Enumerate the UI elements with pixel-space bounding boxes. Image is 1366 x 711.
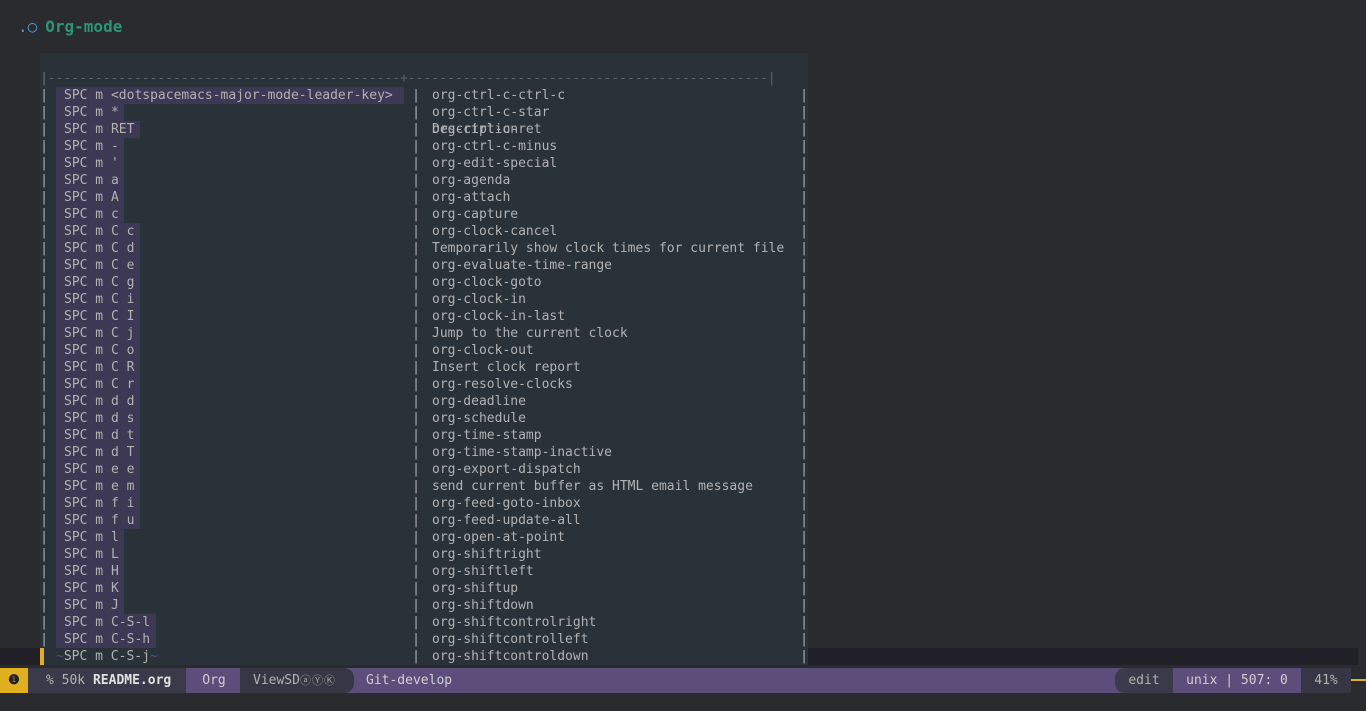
keybinding-cell: SPC m C o <box>56 342 140 359</box>
modeline: ❶ % 50k README.org Org ViewSDⓐⓎⓀ Git-dev… <box>0 668 1366 693</box>
description-cell: Insert clock report <box>432 360 581 375</box>
description-cell: org-edit-special <box>432 156 558 171</box>
window-number-badge[interactable]: ❶ <box>0 668 28 693</box>
description-cell: org-evaluate-time-range <box>432 258 613 273</box>
keybinding-cell: SPC m C R <box>56 359 140 376</box>
keybinding-cell: SPC m f i <box>56 495 140 512</box>
keybinding-cell: SPC m C d <box>56 240 140 257</box>
description-cell: org-resolve-clocks <box>432 377 573 392</box>
description-cell: org-ctrl-c-ret <box>432 122 542 137</box>
description-cell: Temporarily show clock times for current… <box>432 241 785 256</box>
modeline-tail-icon <box>1351 668 1366 693</box>
keybinding-cell: SPC m d d <box>56 393 140 410</box>
keybinding-cell: SPC m a <box>56 172 124 189</box>
buffer-percent: 41% <box>1301 668 1351 693</box>
description-cell: org-feed-goto-inbox <box>432 496 581 511</box>
keybinding-cell: SPC m J <box>56 597 124 614</box>
table-separator: |---------------------------------------… <box>40 71 776 86</box>
description-cell: org-clock-cancel <box>432 224 558 239</box>
keybinding-cell: SPC m H <box>56 563 124 580</box>
description-cell: org-shiftdown <box>432 598 534 613</box>
keybinding-cell-current: ~SPC m C-S-j~ <box>56 649 158 664</box>
tilde-marker: ~ <box>56 649 64 664</box>
keybinding-cell: SPC m C j <box>56 325 140 342</box>
minor-modes-label: ViewSD <box>253 673 300 688</box>
description-cell: org-export-dispatch <box>432 462 581 477</box>
keybinding-cell: SPC m d T <box>56 444 140 461</box>
buffer-size: % 50k <box>46 673 93 688</box>
description-cell: org-shiftup <box>432 581 519 596</box>
description-cell: org-shiftright <box>432 547 542 562</box>
description-cell: org-schedule <box>432 411 526 426</box>
table-header-row: | Key binding | Description | <box>40 71 808 154</box>
text-cursor <box>40 648 44 665</box>
keybinding-cell: SPC m f u <box>56 512 140 529</box>
keybinding-cell: SPC m - <box>56 138 124 155</box>
keybinding-cell: SPC m C r <box>56 376 140 393</box>
emacs-frame: .○ Org-mode | Key binding | Description … <box>0 0 1366 711</box>
buffer-info[interactable]: % 50k README.org <box>28 668 186 693</box>
keybinding-cell: SPC m d t <box>56 427 140 444</box>
keybinding-cell: SPC m C-S-h <box>56 631 156 648</box>
description-cell: org-capture <box>432 207 519 222</box>
tilde-marker: ~ <box>149 649 158 664</box>
description-cell: org-clock-goto <box>432 275 542 290</box>
description-cell: org-agenda <box>432 173 511 188</box>
encoding-and-position: unix | 507: 0 <box>1175 668 1299 693</box>
keybinding-cell: SPC m e e <box>56 461 140 478</box>
keybinding-cell: SPC m RET <box>56 121 140 138</box>
major-mode[interactable]: Org <box>188 668 240 693</box>
heading-title: Org-mode <box>45 16 123 36</box>
keybinding-cell: SPC m d s <box>56 410 140 427</box>
keybinding-cell: SPC m <dotspacemacs-major-mode-leader-ke… <box>56 87 404 104</box>
minor-mode-icons: ⓐⓎⓀ <box>299 674 336 687</box>
minor-modes[interactable]: ViewSDⓐⓎⓀ <box>240 668 354 693</box>
keybinding-cell: SPC m l <box>56 529 124 546</box>
buffer-name: README.org <box>92 673 172 688</box>
keybinding-cell: SPC m c <box>56 206 124 223</box>
keybinding-cell: SPC m C I <box>56 308 140 325</box>
keybinding-cell: SPC m K <box>56 580 124 597</box>
description-cell: org-clock-out <box>432 343 534 358</box>
description-cell: org-shiftleft <box>432 564 534 579</box>
description-cell: org-shiftcontrolleft <box>432 632 589 647</box>
description-cell: org-time-stamp-inactive <box>432 445 613 460</box>
keybinding-cell: SPC m C i <box>56 291 140 308</box>
keybinding-cell: SPC m * <box>56 104 124 121</box>
description-cell: org-feed-update-all <box>432 513 581 528</box>
description-cell: org-ctrl-c-ctrl-c <box>432 88 566 103</box>
description-cell: send current buffer as HTML email messag… <box>432 479 753 494</box>
evil-state: edit <box>1115 668 1173 693</box>
keybinding-cell: SPC m C-S-l <box>56 614 156 631</box>
description-cell: org-time-stamp <box>432 428 542 443</box>
description-cell: org-open-at-point <box>432 530 566 545</box>
keybinding-cell: SPC m ' <box>56 155 124 172</box>
keybinding-cell: SPC m L <box>56 546 124 563</box>
keybinding-cell: SPC m C g <box>56 274 140 291</box>
keybinding-cell: SPC m e m <box>56 478 140 495</box>
description-cell-current: org-shiftcontroldown <box>432 649 589 664</box>
description-cell: org-clock-in <box>432 292 526 307</box>
heading-bullet-icon: .○ <box>18 16 38 36</box>
description-cell: org-ctrl-c-minus <box>432 139 558 154</box>
keybinding-cell: SPC m C c <box>56 223 140 240</box>
keybinding-table: | Key binding | Description | |---------… <box>40 53 808 665</box>
org-heading[interactable]: .○ Org-mode <box>18 14 122 38</box>
keybinding-cell: SPC m A <box>56 189 124 206</box>
minibuffer[interactable] <box>0 693 1366 711</box>
description-cell: org-deadline <box>432 394 526 409</box>
keybinding-cell: SPC m C e <box>56 257 140 274</box>
description-cell: org-ctrl-c-star <box>432 105 550 120</box>
vc-branch[interactable]: Git-develop <box>366 668 452 693</box>
description-cell: Jump to the current clock <box>432 326 628 341</box>
description-cell: org-shiftcontrolright <box>432 615 597 630</box>
description-cell: org-clock-in-last <box>432 309 566 324</box>
description-cell: org-attach <box>432 190 511 205</box>
